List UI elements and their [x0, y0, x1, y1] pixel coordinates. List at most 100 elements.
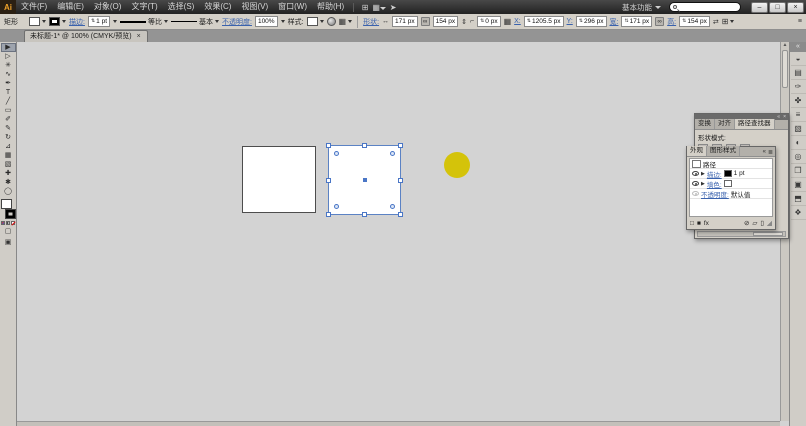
stepper-icon[interactable]: ⇅ — [527, 19, 531, 24]
pathfinder-panel-icon[interactable]: ❖ — [790, 206, 806, 220]
direct-selection-tool[interactable]: ▷ — [1, 52, 16, 61]
color-mode-button[interactable] — [1, 221, 5, 225]
fill-swatch[interactable] — [29, 17, 40, 26]
new-stroke-icon[interactable]: □ — [690, 220, 694, 228]
stepper-icon[interactable]: ⇅ — [682, 19, 686, 24]
collapse-panel-icon[interactable]: « — [777, 114, 780, 120]
panel-horizontal-scrollbar[interactable] — [697, 231, 786, 237]
chevron-down-icon[interactable] — [113, 20, 117, 23]
canvas[interactable]: ▲ — [17, 42, 789, 426]
paintbrush-tool[interactable]: ✐ — [1, 115, 16, 124]
vertical-scroll-thumb[interactable] — [782, 50, 788, 88]
brushes-panel-icon[interactable]: ✑ — [790, 80, 806, 94]
collapse-controlbar-icon[interactable]: ≡ — [798, 18, 802, 25]
selection-handle-n[interactable] — [362, 143, 367, 148]
duplicate-item-icon[interactable]: ▱ — [752, 220, 757, 228]
line-segment-tool[interactable]: ╱ — [1, 97, 16, 106]
transparency-panel-icon[interactable]: ◐ — [790, 136, 806, 150]
transform-icon[interactable]: ⇄ — [713, 18, 719, 26]
layers-panel-icon[interactable]: ▣ — [790, 178, 806, 192]
stepper-icon[interactable]: ⇅ — [624, 19, 628, 24]
fill-proxy-swatch[interactable] — [0, 199, 12, 209]
symbols-panel-icon[interactable]: ✤ — [790, 94, 806, 108]
menu-item[interactable]: 窗口(W) — [273, 0, 312, 14]
type-tool[interactable]: T — [1, 88, 16, 97]
selection-handle-w[interactable] — [326, 177, 331, 183]
selection-handle-sw[interactable] — [326, 212, 331, 217]
fill-color-control[interactable] — [29, 17, 46, 26]
tab-close-icon[interactable]: × — [137, 32, 141, 41]
tab-appearance[interactable]: 外观 — [687, 146, 707, 156]
gradient-mode-button[interactable] — [6, 221, 10, 225]
hand-tool[interactable]: ✱ — [1, 178, 16, 187]
shape-height-field[interactable]: 154 px — [432, 16, 459, 27]
opacity-link[interactable]: 不透明度: — [222, 17, 252, 27]
corner-radius-field[interactable]: ⇅ 0 px — [477, 16, 501, 27]
search-box[interactable] — [669, 2, 741, 12]
close-button[interactable]: × — [787, 1, 804, 13]
menu-item[interactable]: 文字(T) — [126, 0, 162, 14]
constrain-link-icon[interactable]: ∞ — [420, 17, 430, 26]
appearance-item-row[interactable]: 路径 — [690, 159, 772, 169]
x-label[interactable]: X: — [514, 18, 521, 25]
horizontal-scrollbar[interactable] — [17, 421, 780, 426]
corner-widget-se[interactable] — [390, 204, 395, 209]
stroke-attr-link[interactable]: 描边: — [707, 169, 722, 179]
panel-resize-grip[interactable] — [767, 221, 772, 226]
visibility-eye-icon[interactable] — [692, 191, 699, 196]
minimize-button[interactable]: – — [751, 1, 768, 13]
stroke-swatch[interactable] — [49, 17, 60, 26]
new-fill-icon[interactable]: ■ — [697, 220, 701, 228]
corner-widget-nw[interactable] — [334, 151, 339, 156]
tab-pathfinder[interactable]: 路径查找器 — [735, 119, 775, 129]
stroke-weight-link[interactable]: 描边: — [69, 17, 85, 27]
visibility-eye-icon[interactable] — [692, 171, 699, 176]
opacity-attribute-row[interactable]: 不透明度: 默认值 — [690, 189, 772, 199]
cs-live-icon[interactable]: ➤ — [386, 3, 400, 12]
align-dropdown[interactable]: ▦ — [339, 17, 353, 26]
stepper-icon[interactable]: ⇅ — [579, 19, 583, 24]
menu-item[interactable]: 效果(C) — [199, 0, 236, 14]
menu-item[interactable]: 编辑(E) — [52, 0, 89, 14]
tab-transform[interactable]: 变换 — [695, 119, 715, 129]
menu-item[interactable]: 选择(S) — [163, 0, 200, 14]
constrain-wh-link-icon[interactable]: ∞ — [655, 17, 665, 26]
artboards-panel-icon[interactable]: ⬒ — [790, 192, 806, 206]
y-label[interactable]: Y: — [567, 18, 573, 25]
panel-close-icon[interactable]: × — [783, 114, 786, 120]
selection-handle-se[interactable] — [398, 212, 403, 217]
none-mode-button[interactable] — [11, 221, 15, 225]
maximize-button[interactable]: □ — [769, 1, 786, 13]
yellow-circle-object[interactable] — [444, 152, 470, 178]
search-input[interactable] — [677, 3, 733, 11]
collapse-panel-icon[interactable]: « — [763, 149, 766, 156]
swatches-panel-icon[interactable]: ▤ — [790, 66, 806, 80]
add-effect-icon[interactable]: fx — [704, 220, 709, 228]
stroke-proxy-swatch[interactable] — [4, 209, 16, 219]
gradient-tool[interactable]: ▧ — [1, 160, 16, 169]
stroke-weight-field[interactable]: ⇅ 1 pt — [87, 16, 110, 27]
width-field[interactable]: ⇅ 171 px — [621, 16, 653, 27]
rectangle-tool[interactable]: ▭ — [1, 106, 16, 115]
panel-scroll-thumb[interactable] — [753, 232, 783, 236]
stroke-attribute-row[interactable]: ▶ 描边: 1 pt — [690, 169, 772, 179]
menu-item[interactable]: 视图(V) — [236, 0, 273, 14]
draw-mode-button[interactable]: ▢ — [5, 228, 12, 236]
delete-item-icon[interactable]: ▯ — [760, 220, 764, 228]
fill-attr-link[interactable]: 填色: — [707, 179, 722, 189]
visibility-eye-icon[interactable] — [692, 181, 699, 186]
style-dropdown[interactable] — [306, 17, 324, 26]
stepper-icon[interactable]: ⇅ — [91, 19, 95, 24]
scroll-up-icon[interactable]: ▲ — [781, 42, 789, 49]
selected-rectangle-object[interactable] — [326, 143, 403, 217]
stroke-color-swatch[interactable] — [723, 170, 732, 177]
shape-link[interactable]: 形状: — [363, 17, 379, 27]
width-profile-dropdown[interactable]: 等比 — [120, 17, 168, 27]
height-label[interactable]: 高: — [667, 17, 676, 27]
screen-mode-button[interactable]: ▣ — [5, 239, 12, 247]
fill-stroke-control[interactable] — [0, 199, 16, 219]
selection-tool[interactable]: ▶ — [0, 43, 16, 52]
opacity-field[interactable]: 100% — [254, 16, 278, 27]
graphic-styles-panel-icon[interactable]: ❒ — [790, 164, 806, 178]
lasso-tool[interactable]: ∿ — [1, 70, 16, 79]
